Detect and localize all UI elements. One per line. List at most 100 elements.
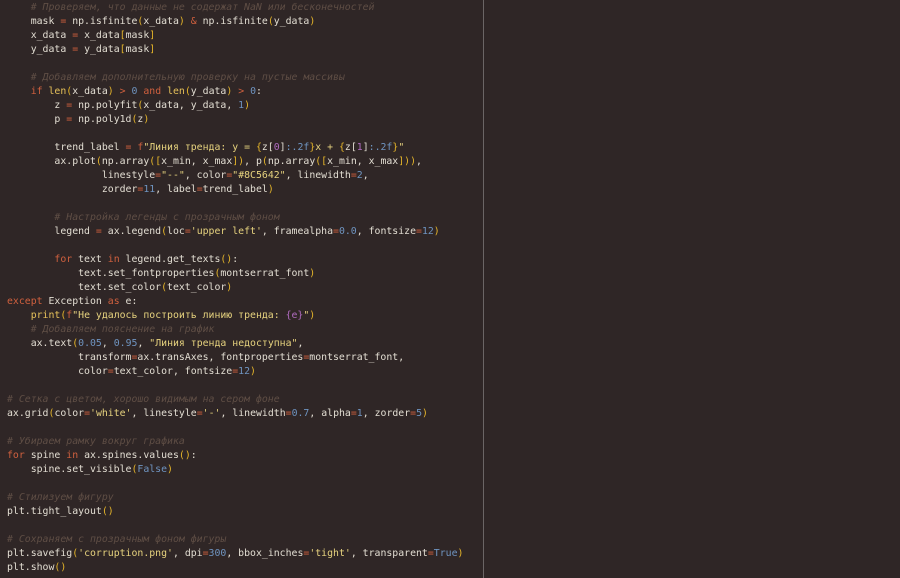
- code-token: :.2f: [285, 142, 310, 153]
- code-token: as: [107, 296, 126, 307]
- code-line[interactable]: [0, 421, 483, 435]
- code-token: ([: [315, 156, 328, 167]
- code-token: 0.7: [291, 408, 310, 419]
- code-token: ): [143, 114, 150, 125]
- code-token: x_min, x_max: [327, 156, 399, 167]
- code-comment: # Убираем рамку вокруг графика: [7, 436, 185, 447]
- code-token: zorder: [7, 184, 138, 195]
- code-comment: # Сохраняем с прозрачным фоном фигуры: [7, 534, 227, 545]
- code-line[interactable]: x_data = x_data[mask]: [0, 29, 483, 43]
- code-line[interactable]: [0, 519, 483, 533]
- code-token: transform: [7, 352, 132, 363]
- code-token: ): [167, 464, 173, 475]
- code-line[interactable]: mask = np.isfinite(x_data) & np.isfinite…: [0, 15, 483, 29]
- code-token: ax.plot: [7, 156, 96, 167]
- code-line[interactable]: ax.grid(color='white', linestyle='-', li…: [0, 407, 483, 421]
- code-line[interactable]: # Сетка с цветом, хорошо видимым на серо…: [0, 393, 483, 407]
- code-line[interactable]: legend = ax.legend(loc='upper left', fra…: [0, 225, 483, 239]
- code-token: ax.spines.values: [84, 450, 179, 461]
- code-token: text.set_fontproperties: [7, 268, 215, 279]
- code-line[interactable]: if len(x_data) > 0 and len(y_data) > 0:: [0, 85, 483, 99]
- code-token: ,: [416, 156, 422, 167]
- code-editor[interactable]: # Проверяем, что данные не содержат NaN …: [0, 1, 483, 578]
- code-line[interactable]: [0, 197, 483, 211]
- code-line[interactable]: linestyle="--", color="#8C5642", linewid…: [0, 169, 483, 183]
- code-token: , zorder: [362, 408, 411, 419]
- code-token: trend_label: [7, 142, 126, 153]
- code-line[interactable]: # Настройка легенды с прозрачным фоном: [0, 211, 483, 225]
- code-line[interactable]: [0, 477, 483, 491]
- code-token: x_data: [78, 30, 120, 41]
- code-token: ": [398, 142, 405, 153]
- code-token: mask: [125, 44, 150, 55]
- code-token: :: [190, 450, 197, 461]
- code-line[interactable]: color=text_color, fontsize=12): [0, 365, 483, 379]
- code-token: :: [256, 86, 262, 97]
- code-token: , linewidth: [285, 170, 351, 181]
- code-token: y_data: [273, 16, 310, 27]
- code-line[interactable]: for text in legend.get_texts():: [0, 253, 483, 267]
- code-line[interactable]: z = np.polyfit(x_data, y_data, 1): [0, 99, 483, 113]
- code-line[interactable]: [0, 57, 483, 71]
- code-line[interactable]: # Стилизуем фигуру: [0, 491, 483, 505]
- code-line[interactable]: plt.tight_layout(): [0, 505, 483, 519]
- code-line[interactable]: # Проверяем, что данные не содержат NaN …: [0, 1, 483, 15]
- code-token: "Линия тренда недоступна": [149, 338, 298, 349]
- code-token: , linestyle: [131, 408, 197, 419]
- code-token: y_data: [7, 44, 73, 55]
- code-line[interactable]: p = np.poly1d(z): [0, 113, 483, 127]
- code-token: except: [7, 296, 49, 307]
- code-token: x_data: [72, 86, 108, 97]
- code-line[interactable]: spine.set_visible(False): [0, 463, 483, 477]
- code-line[interactable]: [0, 379, 483, 393]
- code-token: x_data: [143, 16, 179, 27]
- code-line[interactable]: [0, 239, 483, 253]
- code-token: ,: [297, 338, 304, 349]
- code-token: x +: [315, 142, 339, 153]
- code-token: ]: [149, 44, 156, 55]
- code-token: x_min, x_max: [161, 156, 233, 167]
- code-comment: # Проверяем, что данные не содержат NaN …: [7, 2, 375, 13]
- code-token: ,: [137, 338, 150, 349]
- code-line[interactable]: # Убираем рамку вокруг графика: [0, 435, 483, 449]
- code-token: plt.tight_layout: [7, 506, 102, 517]
- code-comment: # Добавляем дополнительную проверку на п…: [7, 72, 345, 83]
- code-token: len: [48, 86, 67, 97]
- code-line[interactable]: transform=ax.transAxes, fontproperties=m…: [0, 351, 483, 365]
- code-line[interactable]: [0, 127, 483, 141]
- code-token: "Линия тренда: y =: [143, 142, 256, 153]
- code-token: :: [232, 254, 239, 265]
- code-line[interactable]: trend_label = f"Линия тренда: y = {z[0]:…: [0, 141, 483, 155]
- code-token: , label: [155, 184, 197, 195]
- code-token: ax.grid: [7, 408, 49, 419]
- code-line[interactable]: plt.show(): [0, 561, 483, 575]
- code-token: mask: [125, 30, 150, 41]
- code-line[interactable]: print(f"Не удалось построить линию тренд…: [0, 309, 483, 323]
- code-token: "--": [161, 170, 185, 181]
- code-token: for: [7, 450, 31, 461]
- code-token: x_data: [7, 30, 73, 41]
- code-line[interactable]: zorder=11, label=trend_label): [0, 183, 483, 197]
- empty-editor-pane[interactable]: [484, 0, 900, 578]
- code-line[interactable]: # Добавляем дополнительную проверку на п…: [0, 71, 483, 85]
- code-line[interactable]: text.set_color(text_color): [0, 281, 483, 295]
- code-line[interactable]: for spine in ax.spines.values():: [0, 449, 483, 463]
- code-line[interactable]: ax.plot(np.array([x_min, x_max]), p(np.a…: [0, 155, 483, 169]
- code-line[interactable]: # Добавляем пояснение на график: [0, 323, 483, 337]
- code-token: ): [244, 100, 251, 111]
- code-token: z[: [261, 142, 274, 153]
- code-token: 0.05: [78, 338, 102, 349]
- code-line[interactable]: plt.savefig('corruption.png', dpi=300, b…: [0, 547, 483, 561]
- code-token: ): [267, 184, 274, 195]
- code-token: if: [7, 86, 49, 97]
- code-line[interactable]: except Exception as e:: [0, 295, 483, 309]
- code-line[interactable]: y_data = y_data[mask]: [0, 43, 483, 57]
- code-token: (): [220, 254, 233, 265]
- code-token: 0.0: [338, 226, 357, 237]
- code-token: >: [232, 86, 251, 97]
- code-line[interactable]: ax.text(0.05, 0.95, "Линия тренда недост…: [0, 337, 483, 351]
- code-line[interactable]: # Сохраняем с прозрачным фоном фигуры: [0, 533, 483, 547]
- code-token: ): [226, 282, 233, 293]
- code-token: spine: [30, 450, 67, 461]
- code-line[interactable]: text.set_fontproperties(montserrat_font): [0, 267, 483, 281]
